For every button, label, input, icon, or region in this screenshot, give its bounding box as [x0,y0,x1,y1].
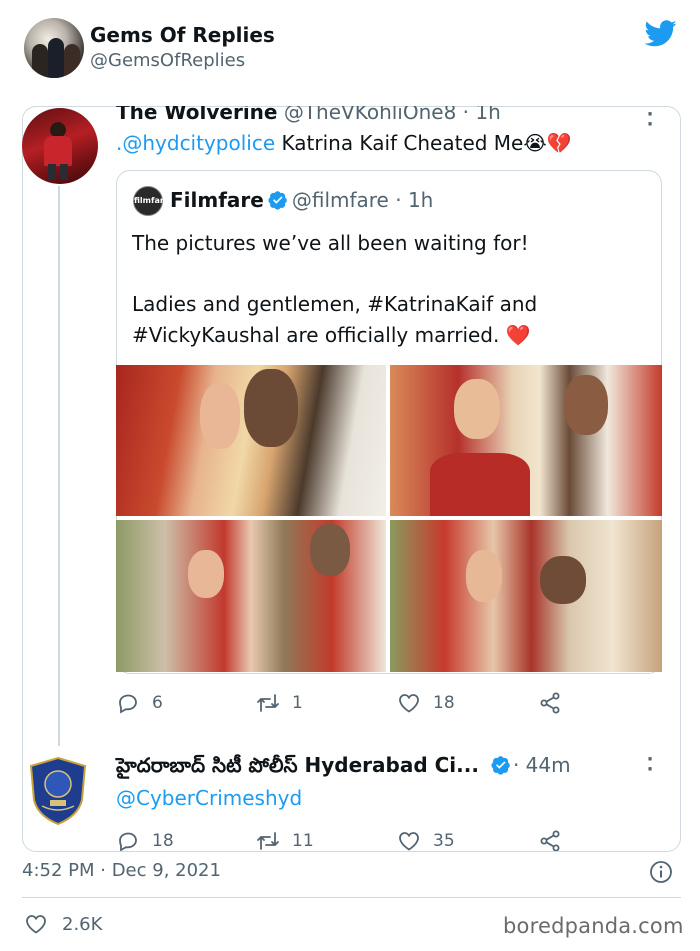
wolverine-handle-time[interactable]: @TheVKohliOne8 · 1h [284,106,501,124]
quote-line-3-text: #VickyKaushal are officially married. [132,323,500,347]
retweet-icon [257,694,279,712]
police-retweet-icon [257,832,279,850]
filmfare-handle-time[interactable]: @filmfare · 1h [292,188,434,212]
like-count: 18 [433,693,455,713]
verified-badge-icon [268,191,287,210]
wolverine-text-body: Katrina Kaif Cheated Me😭💔 [275,131,572,155]
wedding-photo-4[interactable] [390,520,662,672]
info-icon[interactable] [649,860,673,884]
police-time[interactable]: · 44m [513,753,571,777]
filmfare-avatar[interactable]: filmfare [133,186,170,216]
like-action[interactable]: 18 [397,691,455,715]
quote-line-3: #VickyKaushal are officially married. ❤️ [132,323,531,347]
gems-handle[interactable]: @GemsOfReplies [90,50,245,71]
gems-display-name[interactable]: Gems Of Replies [90,23,275,47]
wolverine-avatar[interactable] [22,108,98,184]
thread-connector [58,186,60,746]
police-more-options-icon[interactable]: · · [640,751,660,779]
retweet-action[interactable]: 1 [256,691,303,715]
police-reply-count: 18 [152,831,174,851]
police-action-bar-clip: 18 11 35 [22,820,681,851]
share-icon [540,692,560,714]
outer-like-count: 2.6K [62,913,103,935]
heart-icon [399,694,419,713]
police-retweet-count: 11 [292,831,314,851]
police-reply-action[interactable]: 18 [116,829,174,851]
quote-line-1: The pictures we’ve all been waiting for! [132,231,529,255]
wolverine-tweet-text: .@hydcitypolice Katrina Kaif Cheated Me😭… [116,131,572,155]
boredpanda-watermark: boredpanda.com [503,914,684,938]
more-options-icon[interactable]: · · [640,106,660,134]
retweet-count: 1 [292,693,303,713]
twitter-bird-icon[interactable] [645,20,677,47]
police-display-name[interactable]: హైదరాబాద్ సిటీ పోలీస్ Hyderabad Ci... [116,753,479,777]
reply-count: 6 [152,693,163,713]
wolverine-display-name[interactable]: The Wolverine [116,106,277,124]
police-reply-icon [119,832,137,851]
gems-avatar[interactable] [24,18,84,78]
wolverine-header[interactable]: The Wolverine @TheVKohliOne8 · 1h [116,106,501,124]
tweet-timestamp[interactable]: 4:52 PM · Dec 9, 2021 [22,860,221,881]
footer-divider [22,897,681,898]
share-action[interactable] [538,691,574,715]
wedding-photo-1[interactable] [116,365,386,516]
wedding-photo-3[interactable] [116,520,386,672]
quote-line-2: Ladies and gentlemen, #KatrinaKaif and [132,292,538,316]
outer-like-action[interactable]: 2.6K [24,912,102,936]
hydcitypolice-mention[interactable]: .@hydcitypolice [116,131,275,155]
filmfare-header: Filmfare @filmfare · 1h [170,188,433,212]
police-verified-badge-icon [491,756,510,775]
reply-icon [119,694,137,714]
police-retweet-action[interactable]: 11 [256,829,314,851]
reply-action[interactable]: 6 [116,691,163,715]
police-heart-icon [399,832,419,851]
police-share-action[interactable] [538,829,574,851]
filmfare-display-name[interactable]: Filmfare [170,188,264,212]
police-like-action[interactable]: 35 [397,829,455,851]
police-like-count: 35 [433,831,455,851]
outer-heart-icon [26,915,46,934]
police-share-icon [540,830,560,851]
red-heart-emoji: ❤️ [505,323,531,347]
wedding-photo-2[interactable] [390,365,662,516]
filmfare-avatar-text: filmfare [134,196,170,205]
cybercrimeshyd-mention[interactable]: @CyberCrimeshyd [116,786,302,810]
police-header: హైదరాబాద్ సిటీ పోలీస్ Hyderabad Ci... · 4… [116,753,571,782]
hyderabad-police-avatar[interactable] [28,756,88,826]
